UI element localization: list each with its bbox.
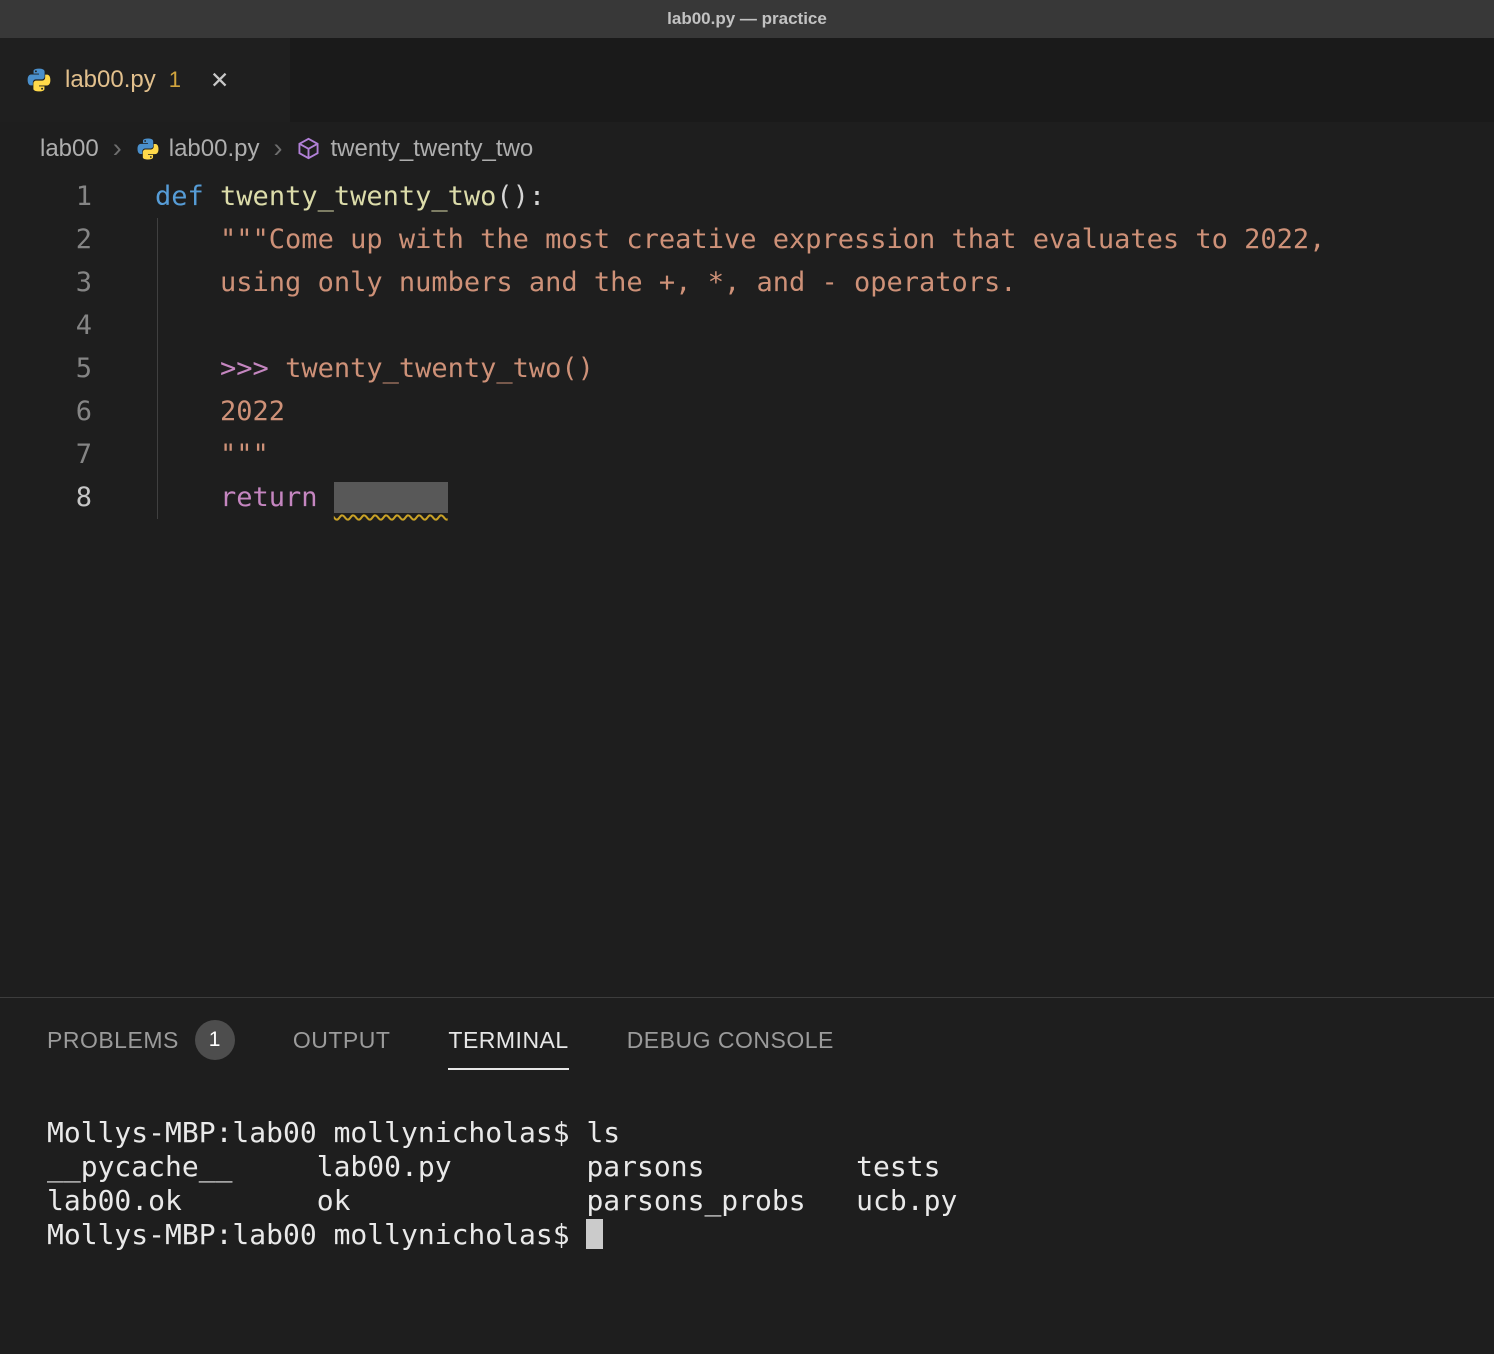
editor-tab-strip: lab00.py 1 ✕ [0, 38, 1494, 122]
blank-placeholder [334, 482, 448, 513]
problems-count-badge: 1 [195, 1020, 235, 1060]
panel-tab-terminal[interactable]: TERMINAL [448, 1012, 568, 1070]
code-editor[interactable]: 1def twenty_twenty_two():2 """Come up wi… [0, 175, 1494, 997]
terminal-output[interactable]: Mollys-MBP:lab00 mollynicholas$ ls__pyca… [0, 1116, 1494, 1252]
code-line[interactable]: 2 """Come up with the most creative expr… [0, 218, 1494, 261]
tab-problem-count: 1 [169, 67, 181, 93]
terminal-cursor [586, 1219, 603, 1249]
panel-tab-bar: PROBLEMS 1 OUTPUT TERMINAL DEBUG CONSOLE [0, 998, 1494, 1070]
terminal-line: Mollys-MBP:lab00 mollynicholas$ [47, 1218, 1494, 1252]
line-number: 8 [0, 476, 92, 519]
window-title: lab00.py — practice [667, 9, 827, 29]
code-line[interactable]: 6 2022 [0, 390, 1494, 433]
breadcrumb: lab00 › lab00.py › twenty_twenty_two [0, 122, 1494, 175]
terminal-line: lab00.ok ok parsons_probs ucb.py [47, 1184, 1494, 1218]
breadcrumb-symbol[interactable]: twenty_twenty_two [330, 135, 533, 163]
panel-tab-label: OUTPUT [293, 1027, 391, 1054]
code-line[interactable]: 7 """ [0, 433, 1494, 476]
code-line[interactable]: 5 >>> twenty_twenty_two() [0, 347, 1494, 390]
tab-label: lab00.py [65, 66, 156, 94]
line-number: 2 [0, 218, 92, 261]
panel-tab-output[interactable]: OUTPUT [293, 1012, 391, 1070]
chevron-right-icon: › [273, 133, 282, 164]
panel-tab-problems[interactable]: PROBLEMS 1 [47, 1012, 235, 1070]
python-icon [136, 137, 160, 161]
python-icon [26, 67, 52, 93]
line-number: 4 [0, 304, 92, 347]
panel-tab-label: DEBUG CONSOLE [627, 1027, 834, 1054]
tab-lab00-py[interactable]: lab00.py 1 ✕ [0, 38, 290, 122]
line-number: 1 [0, 175, 92, 218]
code-line[interactable]: 8 return [0, 476, 1494, 519]
code-line[interactable]: 3 using only numbers and the +, *, and -… [0, 261, 1494, 304]
terminal-line: __pycache__ lab00.py parsons tests [47, 1150, 1494, 1184]
panel-tab-debug-console[interactable]: DEBUG CONSOLE [627, 1012, 834, 1070]
line-number: 7 [0, 433, 92, 476]
panel-tab-label: TERMINAL [448, 1027, 568, 1054]
bottom-panel: PROBLEMS 1 OUTPUT TERMINAL DEBUG CONSOLE… [0, 997, 1494, 1354]
title-bar: lab00.py — practice [0, 0, 1494, 38]
line-number: 3 [0, 261, 92, 304]
indent-guide [157, 218, 158, 519]
panel-tab-label: PROBLEMS [47, 1027, 179, 1054]
terminal-line: Mollys-MBP:lab00 mollynicholas$ ls [47, 1116, 1494, 1150]
line-number: 5 [0, 347, 92, 390]
code-lines: 1def twenty_twenty_two():2 """Come up wi… [0, 175, 1494, 519]
chevron-right-icon: › [113, 133, 122, 164]
close-icon[interactable]: ✕ [210, 67, 229, 94]
breadcrumb-folder[interactable]: lab00 [40, 135, 99, 163]
code-line[interactable]: 4 [0, 304, 1494, 347]
line-number: 6 [0, 390, 92, 433]
symbol-cube-icon [296, 136, 321, 161]
code-line[interactable]: 1def twenty_twenty_two(): [0, 175, 1494, 218]
breadcrumb-file[interactable]: lab00.py [169, 135, 260, 163]
